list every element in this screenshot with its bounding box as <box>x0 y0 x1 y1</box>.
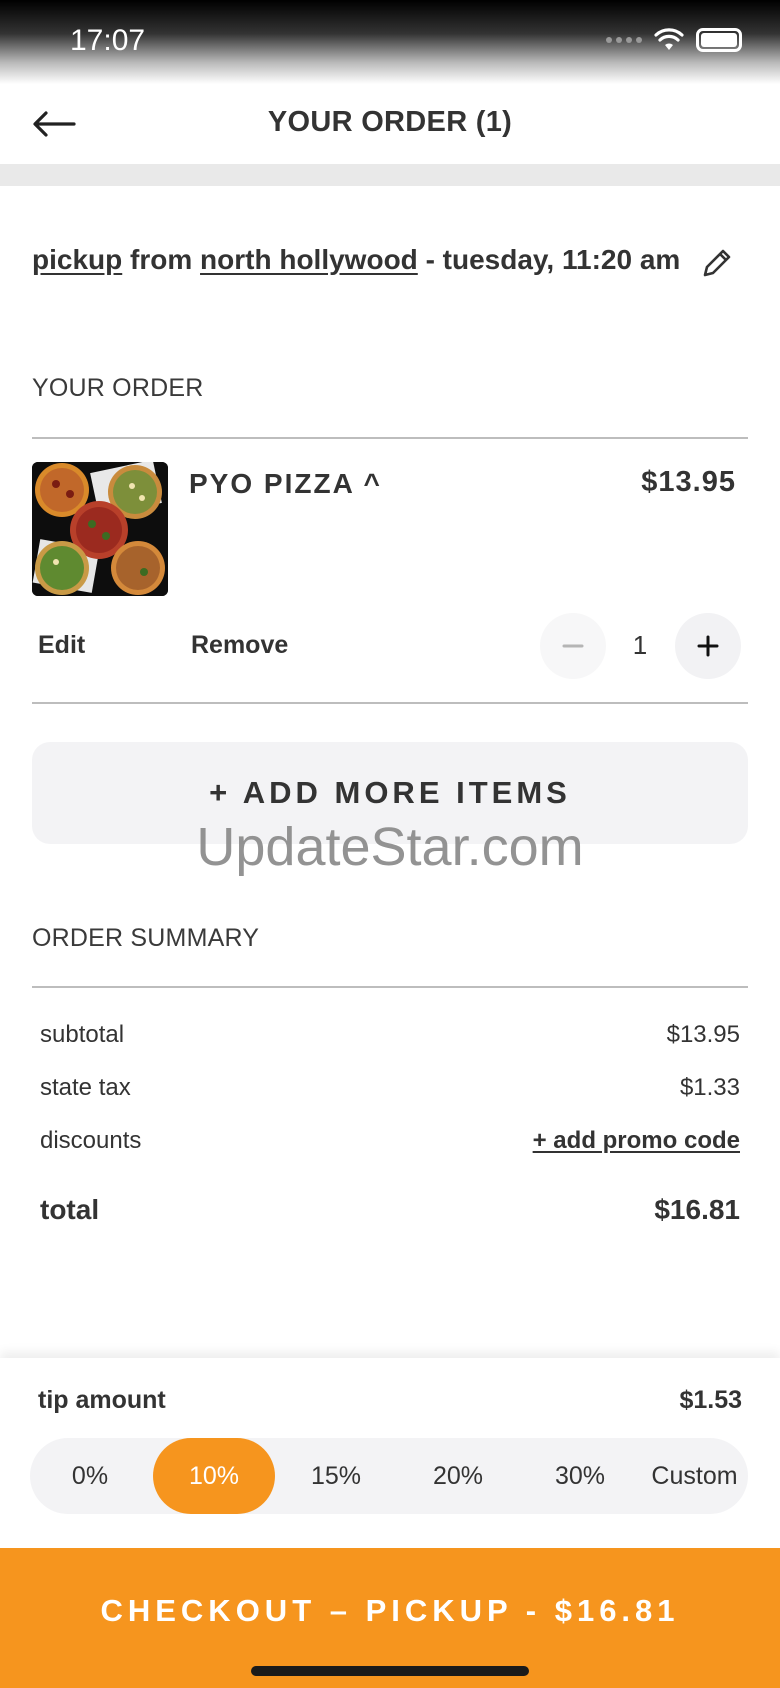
pickup-from-text: from <box>130 244 193 275</box>
status-bar: 17:07 <box>0 0 780 84</box>
page-title: YOUR ORDER (1) <box>267 106 513 138</box>
tip-option-0[interactable]: 0% <box>30 1438 150 1514</box>
pickup-location-link[interactable]: north hollywood <box>200 244 418 275</box>
tip-option-custom[interactable]: Custom <box>641 1438 748 1514</box>
signal-icon <box>606 37 642 43</box>
pencil-icon <box>703 249 731 277</box>
pickup-mode-link[interactable]: pickup <box>32 244 122 275</box>
total-label: total <box>40 1194 100 1225</box>
order-summary-heading: ORDER SUMMARY <box>32 924 260 952</box>
tip-value: $1.53 <box>679 1386 742 1414</box>
tax-value: $1.33 <box>679 1074 740 1101</box>
battery-icon <box>696 28 742 52</box>
header: YOUR ORDER (1) <box>0 84 780 164</box>
discounts-row: discounts + add promo code <box>40 1127 740 1155</box>
pickup-summary: pickup from north hollywood - tuesday, 1… <box>32 244 680 276</box>
tip-option-30[interactable]: 30% <box>519 1438 641 1514</box>
pyo-pizza-image <box>32 462 168 596</box>
subtotal-label: subtotal <box>40 1021 125 1048</box>
total-value: $16.81 <box>654 1194 740 1225</box>
your-order-heading: YOUR ORDER <box>32 374 204 402</box>
remove-item-button[interactable]: Remove <box>191 631 288 660</box>
discounts-label: discounts <box>40 1127 142 1154</box>
pickup-time-text: - tuesday, 11:20 am <box>425 244 681 275</box>
minus-icon <box>562 644 584 648</box>
quantity-value: 1 <box>632 630 648 660</box>
edit-item-button[interactable]: Edit <box>38 631 85 660</box>
tip-option-10[interactable]: 10% <box>153 1438 275 1514</box>
checkout-button[interactable]: CHECKOUT – PICKUP - $16.81 <box>0 1548 780 1688</box>
tip-label: tip amount <box>38 1386 166 1414</box>
tip-option-20[interactable]: 20% <box>397 1438 519 1514</box>
item-name[interactable]: PYO PIZZA ^ <box>189 468 382 500</box>
divider <box>32 437 748 439</box>
item-price: $13.95 <box>641 466 736 498</box>
add-promo-code-link[interactable]: + add promo code <box>533 1127 740 1155</box>
total-row: total $16.81 <box>40 1194 740 1226</box>
header-divider <box>0 164 780 186</box>
tip-panel: tip amount $1.53 0% 10% 15% 20% 30% Cust… <box>0 1358 780 1548</box>
subtotal-row: subtotal $13.95 <box>40 1021 740 1049</box>
subtotal-value: $13.95 <box>666 1021 740 1048</box>
divider <box>32 702 748 704</box>
plus-icon <box>697 635 719 657</box>
tax-label: state tax <box>40 1074 131 1101</box>
status-icons <box>606 28 742 52</box>
tip-selector: 0% 10% 15% 20% 30% Custom <box>30 1438 748 1514</box>
edit-pickup-button[interactable] <box>700 246 734 280</box>
wifi-icon <box>654 28 684 50</box>
status-time: 17:07 <box>70 24 146 57</box>
watermark: UpdateStar.com <box>196 817 584 877</box>
home-indicator <box>251 1666 529 1676</box>
checkout-label: CHECKOUT – PICKUP - $16.81 <box>100 1593 680 1628</box>
tip-option-15[interactable]: 15% <box>275 1438 397 1514</box>
tax-row: state tax $1.33 <box>40 1074 740 1102</box>
divider <box>32 986 748 988</box>
decrease-quantity-button[interactable] <box>540 613 606 679</box>
increase-quantity-button[interactable] <box>675 613 741 679</box>
